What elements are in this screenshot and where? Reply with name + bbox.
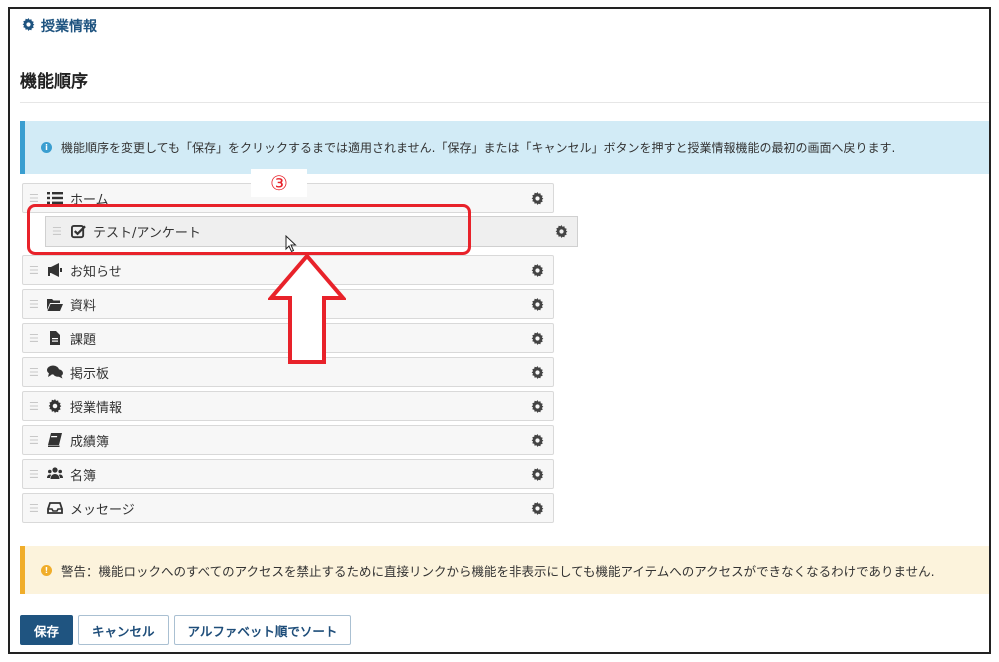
gear-icon[interactable]	[531, 434, 544, 447]
up-arrow-icon	[268, 253, 346, 364]
gear-icon[interactable]	[531, 298, 544, 311]
comments-icon	[46, 364, 64, 380]
drag-handle-icon[interactable]: ☰	[29, 265, 39, 276]
drag-handle-icon[interactable]: ☰	[29, 333, 39, 344]
breadcrumb-label: 授業情報	[41, 19, 97, 35]
warning-alert-text: 警告：機能ロックへのすべてのアクセスを禁止するために直接リンクから機能を非表示に…	[61, 563, 935, 579]
info-icon: i	[41, 142, 52, 153]
breadcrumb[interactable]: 授業情報	[22, 16, 97, 36]
warning-alert: ! 警告：機能ロックへのすべてのアクセスを禁止するために直接リンクから機能を非表…	[20, 546, 989, 594]
drag-handle-icon[interactable]: ☰	[29, 503, 39, 514]
action-buttons: 保存 キャンセル アルファベット順でソート	[20, 615, 352, 645]
gear-icon[interactable]	[531, 264, 544, 277]
annotation-step-marker: ③	[251, 169, 307, 197]
tool-item-label: 掲示板	[70, 366, 110, 382]
gear-icon[interactable]	[555, 225, 568, 238]
drag-handle-icon[interactable]: ☰	[29, 469, 39, 480]
tool-item-label: 成績簿	[70, 434, 110, 450]
annotation-highlight-box	[27, 204, 471, 255]
tool-item-label: 課題	[70, 332, 97, 348]
page-title: 機能順序	[20, 72, 88, 92]
folder-open-icon	[46, 296, 64, 312]
cancel-button[interactable]: キャンセル	[78, 615, 169, 645]
megaphone-icon	[46, 262, 64, 278]
tool-item-gradebook[interactable]: ☰ 成績簿	[22, 425, 554, 455]
tool-item-messages[interactable]: ☰ メッセージ	[22, 493, 554, 523]
file-icon	[46, 330, 64, 346]
drag-handle-icon[interactable]: ☰	[29, 435, 39, 446]
mouse-cursor-icon	[285, 235, 297, 253]
warning-icon: !	[41, 564, 52, 576]
book-icon	[46, 432, 64, 448]
gear-icon[interactable]	[531, 192, 544, 205]
gear-icon[interactable]	[531, 366, 544, 379]
info-alert-text: 機能順序を変更しても「保存」をクリックするまでは適用されません.「保存」または「…	[61, 141, 896, 155]
drag-handle-icon[interactable]: ☰	[29, 367, 39, 378]
drag-handle-icon[interactable]: ☰	[29, 401, 39, 412]
info-alert: i 機能順序を変更しても「保存」をクリックするまでは適用されません.「保存」また…	[20, 121, 989, 174]
gear-icon[interactable]	[531, 502, 544, 515]
drag-handle-icon[interactable]: ☰	[29, 193, 39, 204]
gear-icon	[46, 398, 64, 414]
gear-icon[interactable]	[531, 468, 544, 481]
tool-item-label: お知らせ	[70, 264, 122, 280]
drag-handle-icon[interactable]: ☰	[29, 299, 39, 310]
tool-item-syllabus[interactable]: ☰ 授業情報	[22, 391, 554, 421]
tool-item-label: 授業情報	[70, 400, 123, 416]
sort-alphabetically-button[interactable]: アルファベット順でソート	[173, 615, 352, 645]
gear-icon[interactable]	[531, 400, 544, 413]
save-button[interactable]: 保存	[20, 615, 74, 645]
divider	[20, 102, 989, 103]
gear-icon[interactable]	[531, 332, 544, 345]
tool-item-label: 資料	[70, 298, 97, 314]
gear-icon	[22, 17, 35, 35]
window-frame: 授業情報 機能順序 i 機能順序を変更しても「保存」をクリックするまでは適用され…	[8, 7, 991, 654]
inbox-icon	[46, 500, 64, 516]
tool-item-label: 名簿	[70, 468, 97, 484]
tool-item-roster[interactable]: ☰ 名簿	[22, 459, 554, 489]
tool-item-label: メッセージ	[70, 502, 135, 518]
users-icon	[46, 466, 64, 482]
